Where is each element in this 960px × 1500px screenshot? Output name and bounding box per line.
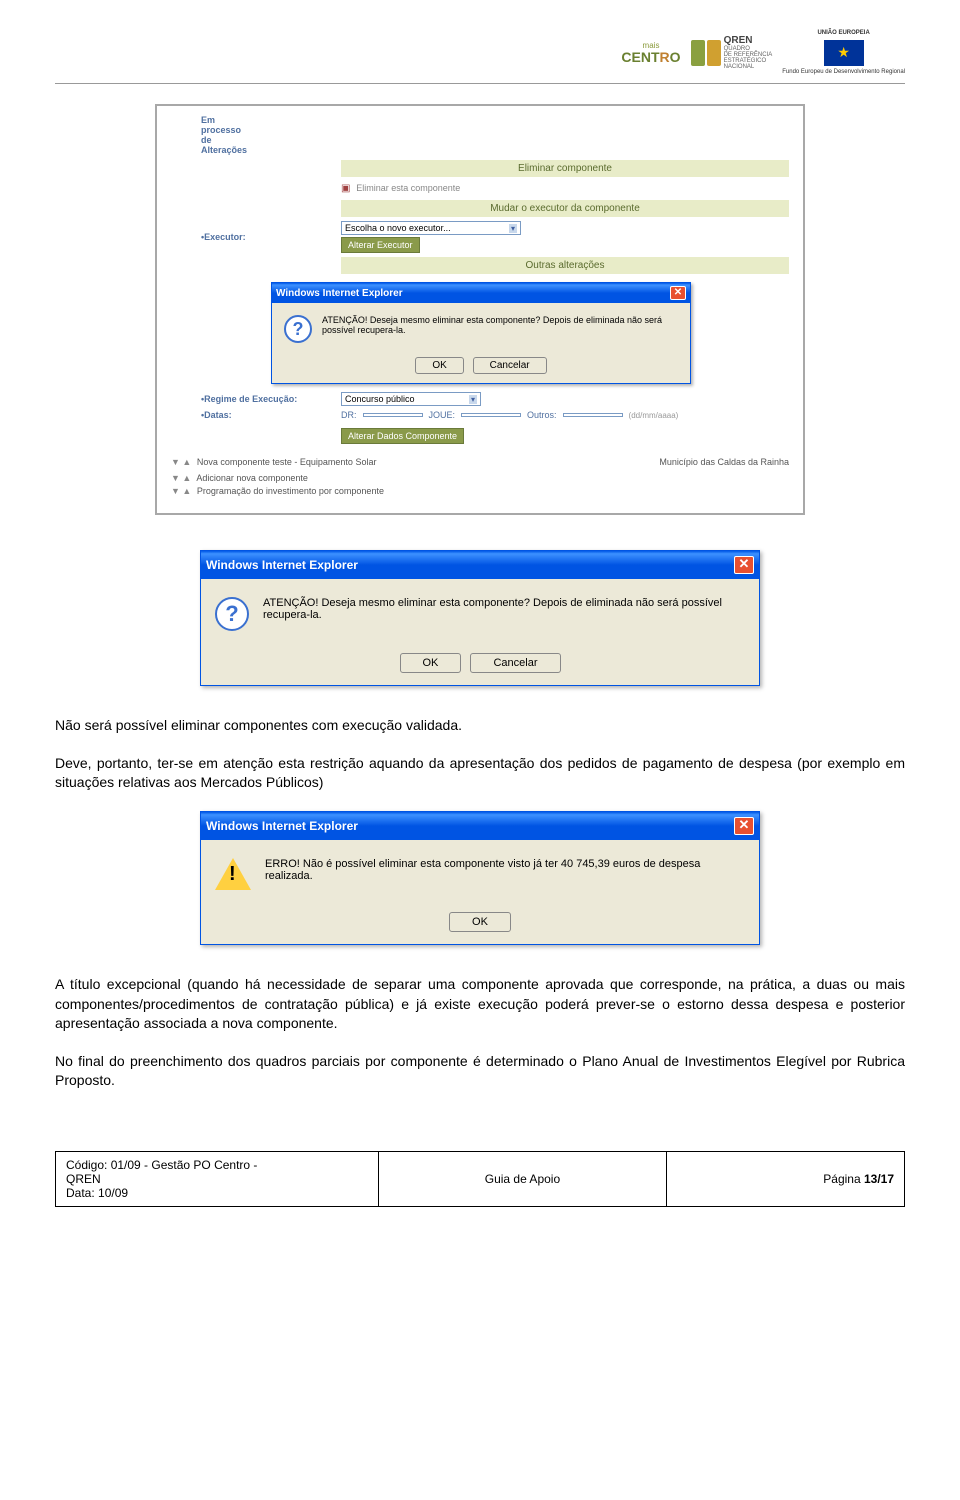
- date-outros-input[interactable]: [563, 413, 623, 417]
- dialog-message: ATENÇÃO! Deseja mesmo eliminar esta comp…: [263, 597, 745, 621]
- paragraph-1: Não será possível eliminar componentes c…: [55, 716, 905, 736]
- date-joue-input[interactable]: [461, 413, 521, 417]
- alterar-dados-button[interactable]: Alterar Dados Componente: [341, 428, 464, 444]
- dialog-title: Windows Internet Explorer: [206, 819, 358, 833]
- paragraph-2: Deve, portanto, ter-se em atenção esta r…: [55, 754, 905, 793]
- ok-button[interactable]: OK: [415, 357, 463, 374]
- ok-button[interactable]: OK: [400, 653, 462, 673]
- tree-toggle-icon: ▼ ▲: [171, 473, 191, 483]
- logo-mais-centro: mais CENTRO: [621, 30, 680, 75]
- qren-label: QREN: [724, 35, 773, 46]
- status-label: Em processo de Alterações: [201, 115, 789, 155]
- cancel-button[interactable]: Cancelar: [473, 357, 547, 374]
- alterar-executor-button[interactable]: Alterar Executor: [341, 237, 420, 253]
- question-icon: ?: [284, 315, 312, 343]
- dialog-message: ATENÇÃO! Deseja mesmo eliminar esta comp…: [322, 315, 678, 335]
- close-icon[interactable]: ✕: [670, 286, 686, 300]
- tree-item-right: Município das Caldas da Rainha: [659, 457, 789, 467]
- footer-page-cell: Página 13/17: [667, 1151, 905, 1206]
- cancel-button[interactable]: Cancelar: [470, 653, 560, 673]
- regime-label: •Regime de Execução:: [201, 394, 341, 404]
- ok-button[interactable]: OK: [449, 912, 511, 932]
- eu-flag-icon: ★: [824, 40, 864, 66]
- document-header: mais CENTRO QREN QUADRO DE REFERÊNCIA ES…: [55, 30, 905, 84]
- executor-label: •Executor:: [201, 232, 341, 242]
- dialog-title: Windows Internet Explorer: [276, 288, 403, 299]
- tree-item-componente[interactable]: ▼ ▲ Nova componente teste - Equipamento …: [171, 457, 376, 467]
- chevron-down-icon: ▾: [469, 395, 477, 404]
- paragraph-3: A título excepcional (quando há necessid…: [55, 975, 905, 1034]
- close-icon[interactable]: ✕: [734, 817, 754, 835]
- band-mudar: Mudar o executor da componente: [341, 200, 789, 217]
- form-screenshot-frame: Em processo de Alterações Eliminar compo…: [155, 104, 805, 515]
- delete-icon: ▣: [341, 183, 350, 194]
- band-outras: Outras alterações: [341, 257, 789, 274]
- date-dr-input[interactable]: [363, 413, 423, 417]
- logo-qren: QREN QUADRO DE REFERÊNCIA ESTRATÉGICO NA…: [691, 30, 773, 75]
- dialog-message: ERRO! Não é possível eliminar esta compo…: [265, 858, 745, 882]
- band-eliminar: Eliminar componente: [341, 160, 789, 177]
- datas-label: •Datas:: [201, 410, 341, 420]
- tree-toggle-icon: ▼ ▲: [171, 457, 191, 467]
- chevron-down-icon: ▾: [509, 224, 517, 233]
- executor-select[interactable]: Escolha o novo executor... ▾: [341, 221, 521, 235]
- logo-eu: UNIÃO EUROPEIA ★ Fundo Europeu de Desenv…: [782, 30, 905, 75]
- footer-title-cell: Guia de Apoio: [378, 1151, 667, 1206]
- tree-item-programacao[interactable]: ▼ ▲ Programação do investimento por comp…: [171, 486, 789, 496]
- close-icon[interactable]: ✕: [734, 556, 754, 574]
- dialog-title: Windows Internet Explorer: [206, 558, 358, 572]
- ie-confirm-dialog-small: Windows Internet Explorer ✕ ? ATENÇÃO! D…: [271, 282, 691, 384]
- eliminar-link-row[interactable]: ▣ Eliminar esta componente: [341, 181, 789, 196]
- paragraph-4: No final do preenchimento dos quadros pa…: [55, 1052, 905, 1091]
- footer-code-cell: Código: 01/09 - Gestão PO Centro - QREN …: [56, 1151, 379, 1206]
- warning-icon: [215, 858, 251, 890]
- ie-confirm-dialog-large: Windows Internet Explorer ✕ ? ATENÇÃO! D…: [200, 550, 760, 686]
- ie-error-dialog-large: Windows Internet Explorer ✕ ERRO! Não é …: [200, 811, 760, 945]
- regime-select[interactable]: Concurso público ▾: [341, 392, 481, 406]
- footer-table: Código: 01/09 - Gestão PO Centro - QREN …: [55, 1151, 905, 1207]
- tree-toggle-icon: ▼ ▲: [171, 486, 191, 496]
- tree-item-adicionar[interactable]: ▼ ▲ Adicionar nova componente: [171, 473, 789, 483]
- question-icon: ?: [215, 597, 249, 631]
